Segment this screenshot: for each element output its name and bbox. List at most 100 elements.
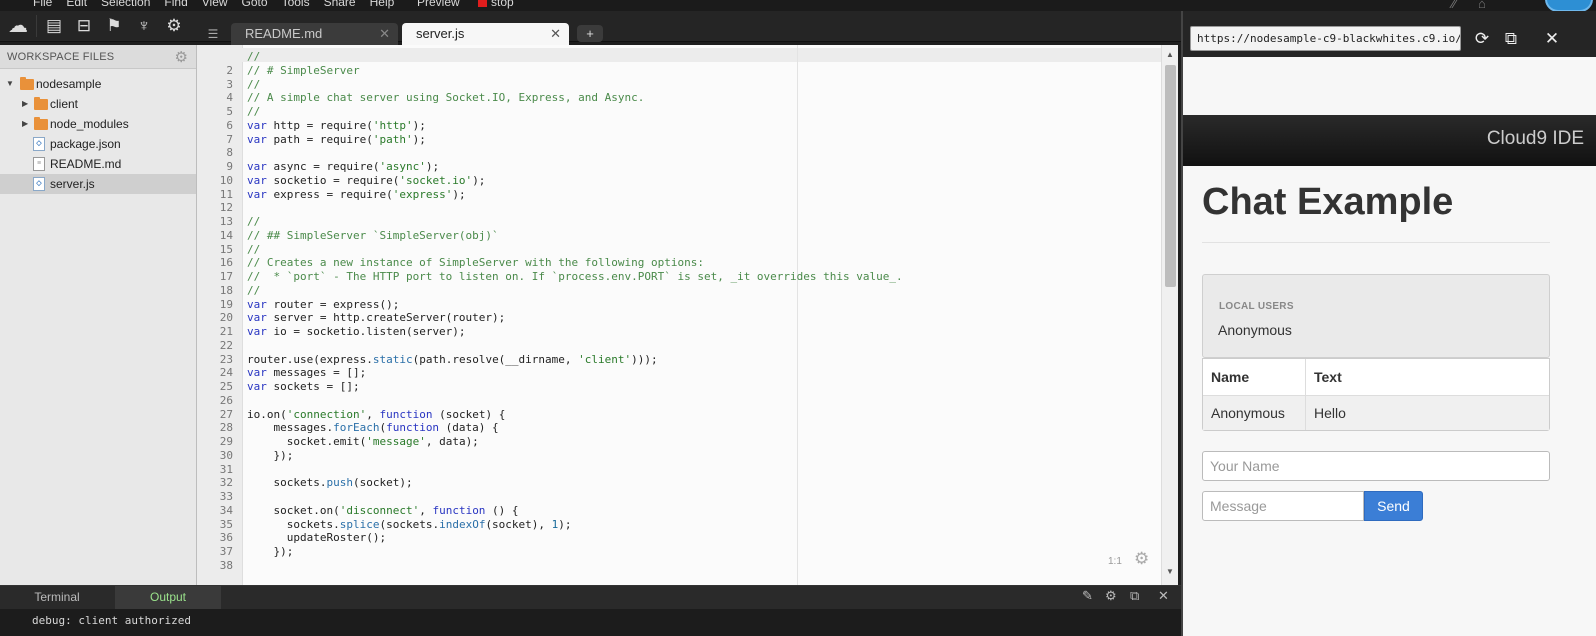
- menu-view[interactable]: View: [202, 0, 228, 9]
- maximize-icon[interactable]: ⧉: [1130, 588, 1139, 604]
- console-settings-icon[interactable]: ⚙: [1105, 588, 1117, 604]
- close-icon[interactable]: ✕: [379, 23, 390, 45]
- page-title: Chat Example: [1202, 181, 1454, 223]
- sidebar-title: WORKSPACE FILES: [7, 51, 115, 63]
- line-number: 23: [219, 352, 233, 366]
- code-line: var express = require('express');: [247, 187, 466, 201]
- your-name-input[interactable]: Your Name: [1202, 451, 1550, 481]
- output-text: debug: client authorized: [32, 614, 191, 627]
- line-number: 9: [226, 160, 233, 173]
- open-files-icon[interactable]: ⊟: [72, 14, 96, 38]
- scroll-down-icon[interactable]: ▼: [1166, 567, 1174, 576]
- preview-url-input[interactable]: https://nodesample-c9-blackwhites.c9.io/: [1190, 26, 1461, 51]
- active-line-highlight: [197, 48, 1163, 62]
- tree-item-nodesample[interactable]: ▼ nodesample: [0, 74, 196, 94]
- tab-output[interactable]: Output: [115, 586, 221, 609]
- add-tab-button[interactable]: +: [577, 25, 603, 42]
- tree-item-server-js[interactable]: ◇ server.js: [0, 174, 196, 194]
- menu-selection[interactable]: Selection: [101, 0, 150, 9]
- collapse-arrow-icon[interactable]: ▶: [22, 114, 28, 134]
- signal-icon[interactable]: ⁄⁄: [1452, 0, 1456, 11]
- close-icon[interactable]: ✕: [1540, 28, 1564, 50]
- code-line: // # SimpleServer: [247, 63, 360, 77]
- send-button[interactable]: Send: [1364, 491, 1423, 521]
- stop-button[interactable]: stop: [478, 0, 514, 9]
- local-users-panel: LOCAL USERS Anonymous: [1202, 274, 1550, 358]
- scroll-up-icon[interactable]: ▲: [1166, 50, 1174, 59]
- menu-edit[interactable]: Edit: [66, 0, 87, 9]
- tab-readme[interactable]: README.md ✕: [231, 23, 398, 45]
- refresh-icon[interactable]: ⟳: [1470, 28, 1494, 50]
- expand-arrow-icon[interactable]: ▼: [6, 74, 14, 94]
- code-line: sockets.push(socket);: [247, 476, 413, 490]
- collapse-arrow-icon[interactable]: ▶: [22, 94, 28, 114]
- editor-settings-icon[interactable]: ⚙: [1134, 549, 1149, 569]
- tab-list-icon[interactable]: ☰: [203, 26, 223, 42]
- menu-file[interactable]: File: [33, 0, 52, 9]
- column-header-text: Text: [1314, 369, 1342, 385]
- line-number: 27: [219, 407, 233, 421]
- line-number: 8: [226, 146, 233, 160]
- close-icon[interactable]: ✕: [1158, 588, 1169, 604]
- pop-out-icon[interactable]: ⧉: [1499, 28, 1523, 50]
- column-header-name: Name: [1211, 369, 1250, 385]
- line-number: 17: [219, 270, 233, 283]
- menu-tools[interactable]: Tools: [282, 0, 310, 9]
- line-number: 22: [219, 338, 233, 352]
- code-line: var server = http.createServer(router);: [247, 311, 506, 325]
- table-cell-name: Anonymous: [1211, 405, 1285, 421]
- tree-item-readme[interactable]: ≡ README.md: [0, 154, 196, 174]
- scrollbar-thumb[interactable]: [1165, 65, 1176, 287]
- tab-server-js[interactable]: server.js ✕: [402, 23, 569, 45]
- js-file-icon: ◇: [33, 137, 45, 151]
- code-line: var router = express();: [247, 297, 400, 311]
- line-number: 13: [219, 215, 233, 228]
- tree-item-client[interactable]: ▶ client: [0, 94, 196, 114]
- tree-item-package-json[interactable]: ◇ package.json: [0, 134, 196, 154]
- line-number: 19: [219, 297, 233, 311]
- menu-share[interactable]: Share: [324, 0, 356, 9]
- line-number: 36: [219, 531, 233, 545]
- code-editor[interactable]: 1234567891011121314151617181920212223242…: [197, 45, 1178, 585]
- menu-help[interactable]: Help: [370, 0, 395, 9]
- editor-scrollbar[interactable]: ▲ ▼: [1161, 45, 1178, 585]
- tree-item-label: client: [50, 97, 79, 111]
- line-number: 38: [219, 558, 233, 572]
- folder-icon: [20, 77, 34, 90]
- menu-goto[interactable]: Goto: [242, 0, 268, 9]
- line-number: 31: [219, 462, 233, 476]
- line-number: 34: [219, 503, 233, 517]
- code-line: router.use(express.static(path.resolve(_…: [247, 352, 658, 366]
- tree-item-label: server.js: [50, 177, 95, 191]
- run-icon[interactable]: ⚑: [102, 14, 126, 38]
- workspace-files-icon[interactable]: ▤: [42, 14, 66, 38]
- close-icon[interactable]: ✕: [550, 23, 561, 45]
- code-line: var messages = [];: [247, 366, 367, 380]
- home-icon[interactable]: ⌂: [1478, 0, 1486, 11]
- preview-menu-button[interactable]: Preview: [417, 0, 460, 9]
- user-avatar[interactable]: [1545, 0, 1593, 11]
- tree-item-label: node_modules: [50, 117, 129, 131]
- preview-pane: https://nodesample-c9-blackwhites.c9.io/…: [1181, 11, 1596, 636]
- debug-icon[interactable]: ♆: [132, 14, 156, 38]
- cloud-icon[interactable]: ☁: [6, 14, 30, 38]
- app-navbar: Cloud9 IDE: [1183, 115, 1596, 166]
- code-line: // Creates a new instance of SimpleServe…: [247, 256, 704, 270]
- line-number: 15: [219, 242, 233, 256]
- code-line: //: [247, 215, 261, 228]
- console-tabs: Terminal Output ✎ ⚙ ⧉ ✕: [0, 586, 1181, 609]
- line-number: 6: [226, 118, 233, 132]
- menu-find[interactable]: Find: [164, 0, 187, 9]
- clear-broom-icon[interactable]: ✎: [1082, 588, 1093, 604]
- tab-terminal[interactable]: Terminal: [0, 586, 114, 609]
- sidebar-settings-icon[interactable]: ⚙: [175, 48, 188, 66]
- app-brand[interactable]: Cloud9 IDE: [1487, 128, 1584, 150]
- text-file-icon: ≡: [33, 157, 45, 171]
- message-input[interactable]: Message: [1202, 491, 1364, 521]
- line-number: 20: [219, 311, 233, 325]
- tree-item-label: README.md: [50, 157, 122, 171]
- tree-item-node-modules[interactable]: ▶ node_modules: [0, 114, 196, 134]
- settings-gear-icon[interactable]: ⚙: [162, 14, 186, 38]
- line-number: 5: [226, 105, 233, 118]
- tab-label: server.js: [416, 26, 465, 41]
